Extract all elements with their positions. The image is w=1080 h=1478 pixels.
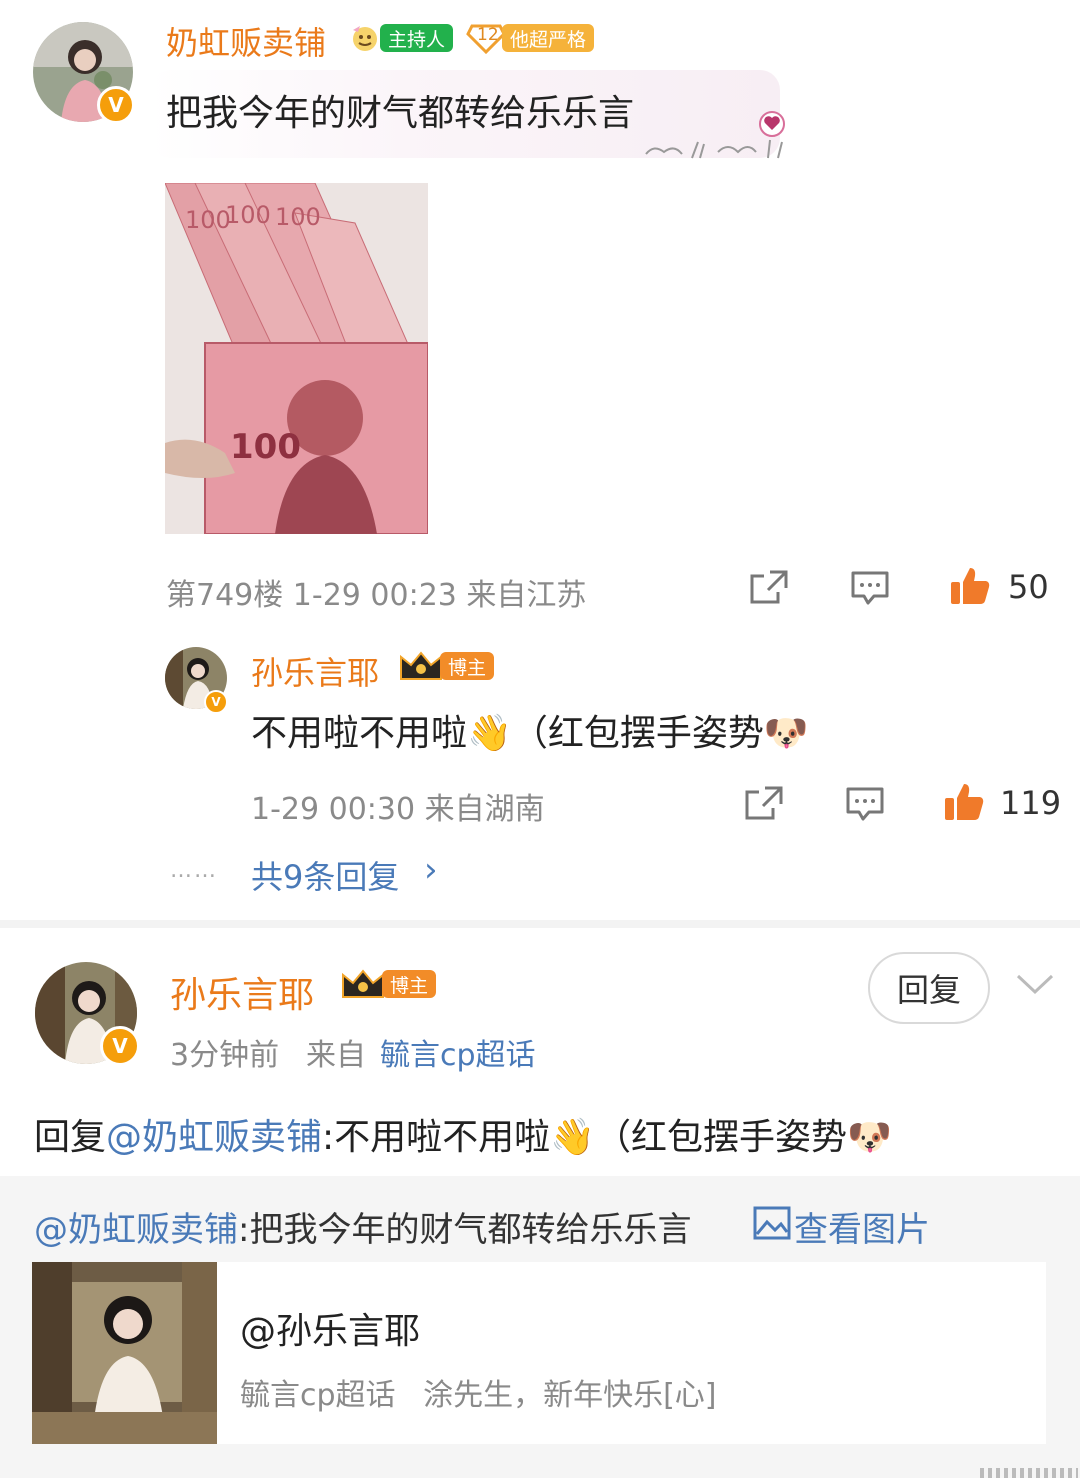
reply-text: 不用啦不用啦👋（红包摆手姿势🐶 [251, 713, 809, 754]
crown-icon [342, 969, 384, 998]
reply-username[interactable]: 孙乐言耶 [251, 648, 379, 694]
source-topic-link[interactable]: 毓言cp超话 [380, 1030, 536, 1074]
view-image-link[interactable]: 查看图片 [794, 1202, 930, 1251]
comment-icon[interactable] [850, 570, 890, 606]
card-text: 涂先生，新年快乐[心] [423, 1378, 717, 1413]
section-divider [0, 920, 1080, 928]
reply-button[interactable]: 回复 [868, 952, 990, 1024]
username[interactable]: 奶虹贩卖铺 [166, 18, 326, 64]
chevron-right-icon[interactable]: › [424, 850, 438, 890]
share-icon[interactable] [745, 786, 783, 820]
card-thumbnail-image [32, 1262, 217, 1444]
svg-text:100: 100 [185, 206, 231, 234]
verified-v-icon: V [204, 690, 228, 714]
money-photo-image[interactable]: 100 100 100 100 [165, 183, 428, 534]
from-label: 来自 [306, 1038, 366, 1073]
comment-text: 把我今年的财气都转给乐乐言 [166, 93, 635, 134]
blogger-badge-label: 博主 [382, 970, 437, 998]
svg-text:100: 100 [230, 427, 301, 467]
quote-line: @奶虹贩卖铺:把我今年的财气都转给乐乐言 [34, 1202, 691, 1251]
thumbs-up-icon[interactable] [948, 564, 992, 608]
crown-icon [400, 651, 442, 680]
host-mascot-icon [353, 26, 377, 51]
svg-text:100: 100 [225, 201, 271, 229]
like-count: 50 [1008, 568, 1049, 606]
chevron-down-icon[interactable] [1014, 972, 1056, 998]
mention-link[interactable]: @奶虹贩卖铺 [106, 1117, 322, 1158]
username[interactable]: 孙乐言耶 [170, 966, 314, 1018]
blogger-badge: 博主 [398, 650, 495, 682]
svg-text:100: 100 [275, 203, 321, 231]
reply-prefix: 回复 [34, 1117, 107, 1158]
scroll-indicator [980, 1468, 1078, 1478]
thumbs-up-icon[interactable] [942, 780, 986, 824]
card-topic: 毓言cp超话 [240, 1378, 396, 1413]
quote-text: :把我今年的财气都转给乐乐言 [238, 1210, 692, 1250]
verified-v-icon: V [100, 1026, 140, 1066]
more-replies-label[interactable]: 共9条回复 [251, 852, 399, 898]
host-badge-label: 主持人 [380, 24, 454, 52]
card-subtitle: 毓言cp超话 涂先生，新年快乐[心] [240, 1370, 717, 1414]
card-title: @孙乐言耶 [240, 1311, 421, 1352]
comment-icon[interactable] [845, 786, 885, 822]
level-number: 12 [477, 25, 499, 45]
blogger-badge: 博主 [340, 968, 437, 1000]
reply-meta: 1-29 00:30 来自湖南 [251, 792, 545, 827]
like-count: 119 [1000, 784, 1062, 822]
strict-level-badge: 12 他超严格 [466, 22, 595, 54]
host-badge: 主持人 [348, 22, 454, 54]
comment-meta: 第749楼 1-29 00:23 来自江苏 [166, 578, 587, 613]
strict-badge-label: 他超严格 [502, 24, 595, 52]
hand-hearts-decoration-icon [645, 111, 785, 159]
dots: …… [170, 858, 218, 883]
picture-icon[interactable] [753, 1206, 791, 1240]
quote-mention-link[interactable]: @奶虹贩卖铺 [34, 1210, 238, 1250]
share-icon[interactable] [750, 570, 788, 604]
comment-text: 回复@奶虹贩卖铺:不用啦不用啦👋（红包摆手姿势🐶 [34, 1108, 892, 1160]
comment-time: 3分钟前 [170, 1038, 280, 1073]
comment-body: :不用啦不用啦👋（红包摆手姿势🐶 [322, 1117, 892, 1158]
blogger-badge-label: 博主 [440, 652, 495, 680]
verified-v-icon: V [97, 86, 135, 124]
